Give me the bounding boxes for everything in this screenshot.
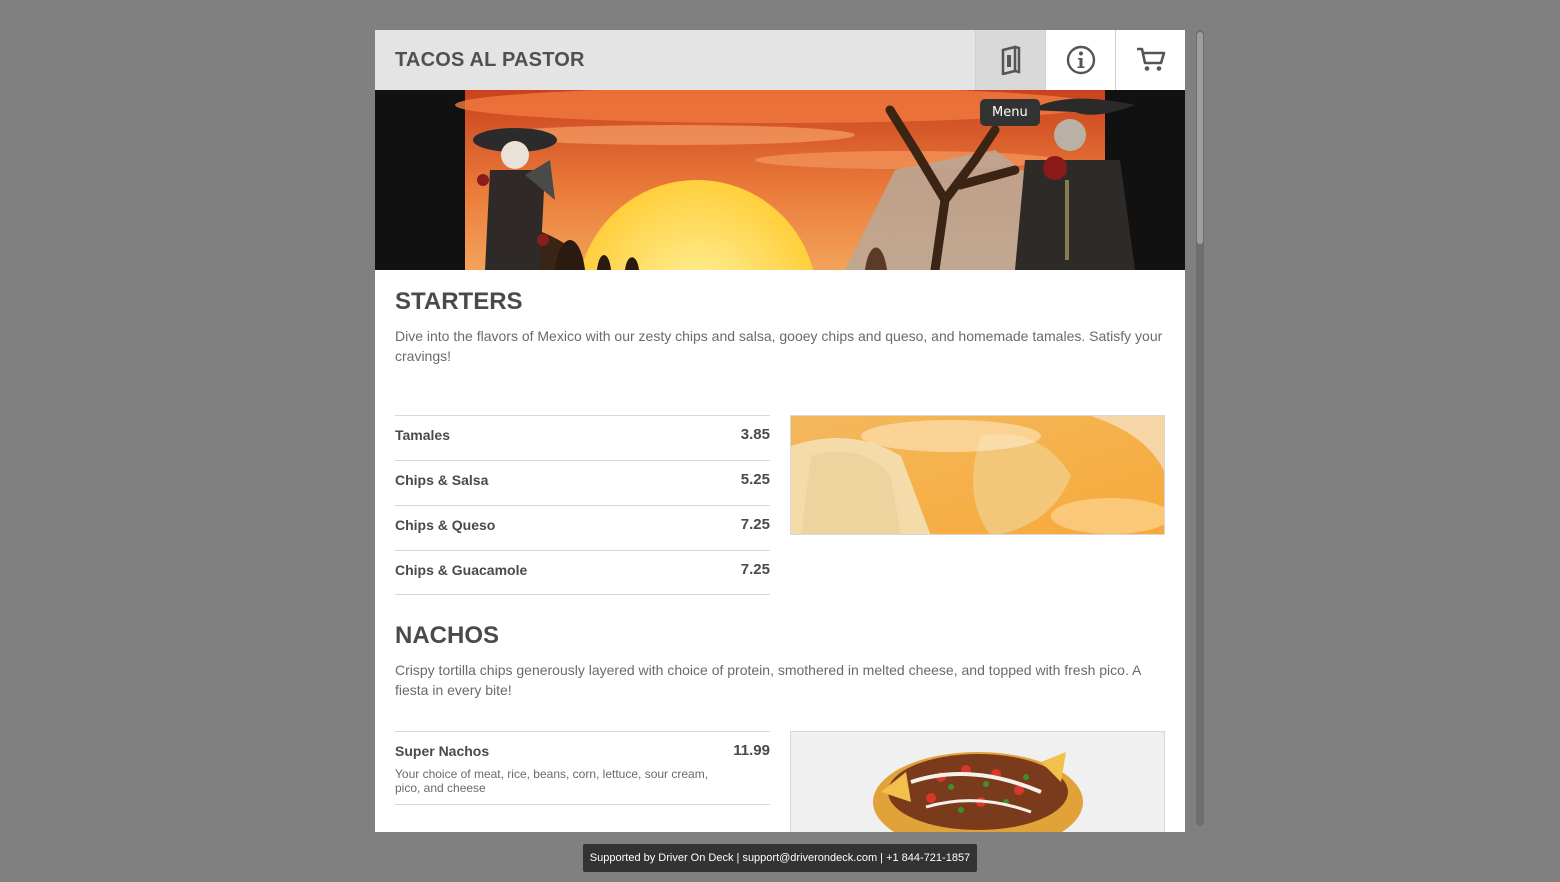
item-list: Super Nachos 11.99 Your choice of meat, … (395, 731, 770, 805)
info-button[interactable] (1045, 30, 1115, 90)
menu-item-chips-queso[interactable]: Chips & Queso 7.25 (395, 505, 770, 550)
nachos-photo (790, 731, 1165, 832)
section-nachos: NACHOS Crispy tortilla chips generously … (395, 604, 1165, 832)
section-title: NACHOS (395, 622, 500, 649)
menu-item-chips-guacamole[interactable]: Chips & Guacamole 7.25 (395, 550, 770, 595)
scrollbar-thumb[interactable] (1197, 32, 1203, 244)
item-price: 5.25 (740, 471, 770, 488)
section-description: Crispy tortilla chips generously layered… (395, 662, 1141, 698)
menu-content: STARTERS Dive into the flavors of Mexico… (395, 270, 1165, 832)
menu-book-icon (1001, 45, 1020, 75)
menu-item-super-nachos[interactable]: Super Nachos 11.99 Your choice of meat, … (395, 731, 770, 805)
cart-button[interactable] (1115, 30, 1185, 90)
item-description: Your choice of meat, rice, beans, corn, … (395, 767, 709, 795)
hero-banner (375, 90, 1185, 270)
section-starters: STARTERS Dive into the flavors of Mexico… (395, 288, 1165, 595)
section-description: Dive into the flavors of Mexico with our… (395, 328, 1163, 364)
starters-photo (790, 415, 1165, 535)
item-name: Chips & Salsa (395, 472, 489, 488)
item-name: Tamales (395, 427, 450, 443)
footer-bar: Supported by Driver On Deck | support@dr… (583, 844, 977, 872)
item-price: 7.25 (740, 516, 770, 533)
top-bar: TACOS AL PASTOR (375, 30, 1185, 90)
menu-button[interactable] (975, 30, 1045, 90)
restaurant-name: TACOS AL PASTOR (395, 49, 585, 71)
menu-tooltip: Menu (980, 99, 1040, 126)
menu-panel: TACOS AL PASTOR Menu STARTERS Dive into … (375, 30, 1185, 832)
item-name: Chips & Queso (395, 517, 496, 533)
item-list: Tamales 3.85 Chips & Salsa 5.25 Chips & … (395, 415, 770, 595)
item-price: 11.99 (733, 742, 770, 759)
info-icon (1066, 45, 1095, 75)
item-name: Super Nachos (395, 743, 490, 759)
menu-item-tamales[interactable]: Tamales 3.85 (395, 415, 770, 460)
hero-banner-image (375, 90, 1185, 270)
item-price: 7.25 (740, 561, 770, 578)
section-title: STARTERS (395, 288, 523, 315)
item-name: Chips & Guacamole (395, 562, 528, 578)
cart-icon (1136, 47, 1165, 71)
menu-item-chips-salsa[interactable]: Chips & Salsa 5.25 (395, 460, 770, 505)
item-price: 3.85 (740, 426, 770, 443)
